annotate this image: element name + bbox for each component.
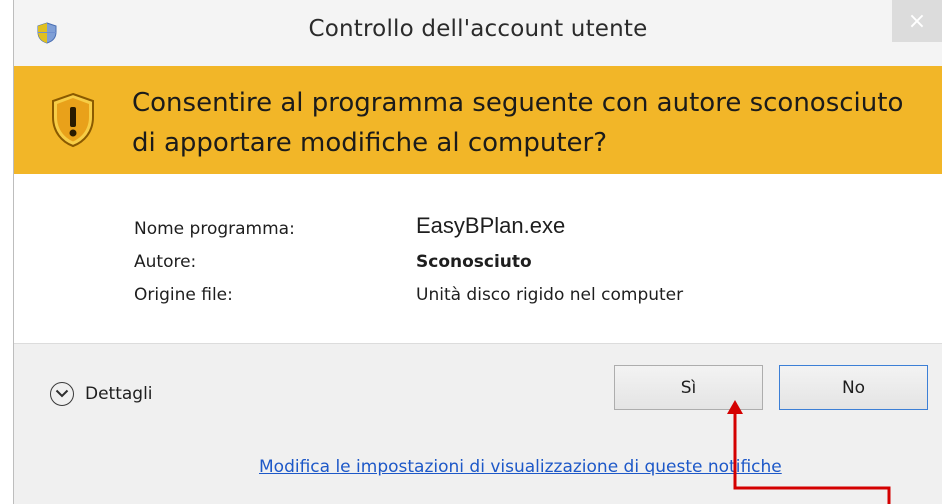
program-name-value: EasyBPlan.exe — [416, 213, 566, 238]
yes-button[interactable]: Sì — [614, 365, 763, 410]
chevron-down-icon — [50, 382, 74, 406]
file-origin-value: Unità disco rigido nel computer — [416, 285, 684, 305]
author-value: Sconosciuto — [416, 252, 532, 272]
details-toggle[interactable]: Dettagli — [50, 382, 153, 406]
dialog-footer: Dettagli Sì No Modifica le impostazioni … — [14, 344, 942, 504]
no-button[interactable]: No — [779, 365, 928, 410]
warning-shield-icon — [52, 92, 94, 148]
close-icon: × — [907, 8, 927, 34]
notification-settings-link[interactable]: Modifica le impostazioni di visualizzazi… — [259, 457, 782, 477]
uac-dialog: Controllo dell'account utente × Consenti… — [13, 0, 942, 504]
dialog-title: Controllo dell'account utente — [308, 16, 648, 42]
close-button[interactable]: × — [892, 0, 942, 42]
warning-banner: Consentire al programma seguente con aut… — [14, 66, 942, 174]
file-origin-label: Origine file: — [134, 285, 233, 305]
uac-question: Consentire al programma seguente con aut… — [132, 88, 904, 158]
details-toggle-label: Dettagli — [85, 384, 153, 404]
author-label: Autore: — [134, 252, 197, 272]
title-bar: Controllo dell'account utente × — [14, 0, 942, 66]
program-name-label: Nome programma: — [134, 219, 295, 239]
